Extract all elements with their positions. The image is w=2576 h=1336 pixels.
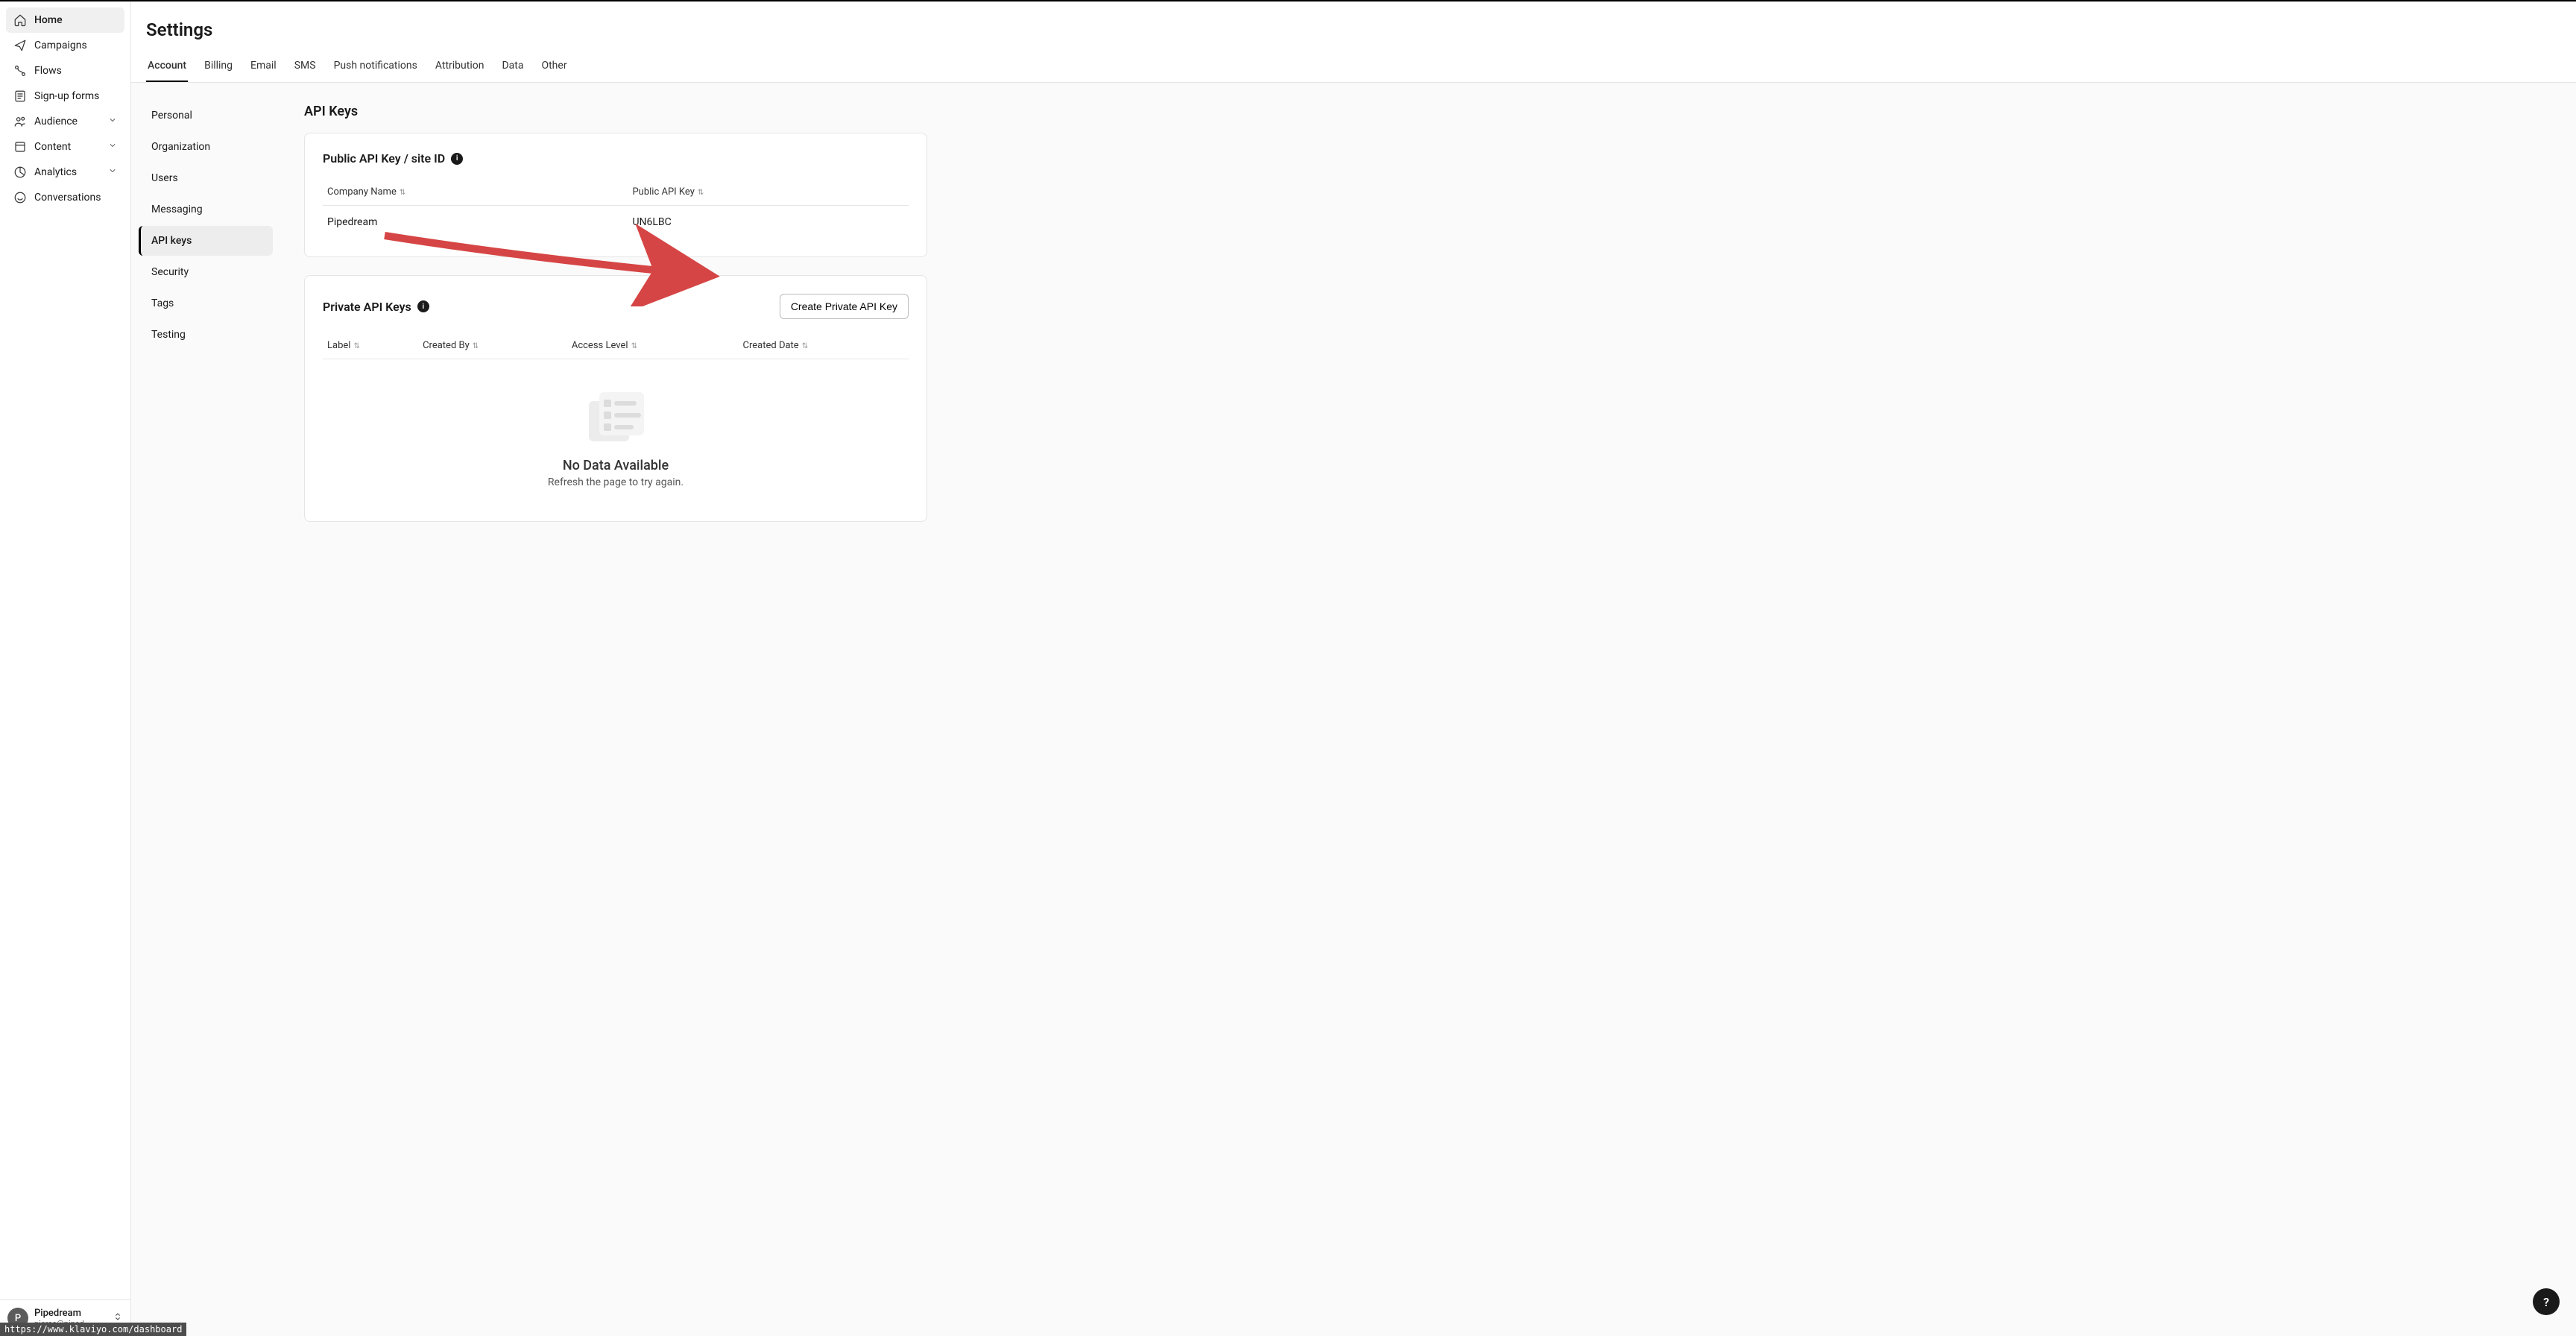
sidebar-item-label: Content — [34, 141, 71, 153]
status-bar-url: https://www.klaviyo.com/dashboard — [0, 1323, 186, 1336]
tab-push[interactable]: Push notifications — [332, 52, 419, 82]
subnav-organization[interactable]: Organization — [139, 132, 273, 162]
section-title: API Keys — [304, 104, 927, 119]
chevron-down-icon — [108, 116, 117, 127]
subnav-personal[interactable]: Personal — [139, 101, 273, 130]
form-icon — [13, 89, 27, 103]
chevron-down-icon — [108, 166, 117, 178]
col-text: Access Level — [572, 340, 628, 351]
sidebar-item-flows[interactable]: Flows — [6, 58, 124, 84]
col-text: Created By — [423, 340, 470, 351]
sidebar-item-label: Conversations — [34, 192, 101, 204]
content: API Keys Public API Key / site ID i Comp… — [280, 83, 951, 1336]
create-private-key-button[interactable]: Create Private API Key — [780, 294, 909, 319]
empty-subtitle: Refresh the page to try again. — [323, 476, 909, 488]
sort-icon: ⇅ — [473, 342, 479, 350]
subnav-messaging[interactable]: Messaging — [139, 195, 273, 224]
col-company-name[interactable]: Company Name⇅ — [323, 179, 628, 206]
public-key-table: Company Name⇅ Public API Key⇅ Pipedream … — [323, 179, 909, 239]
sort-icon: ⇅ — [400, 189, 405, 197]
tab-data[interactable]: Data — [500, 52, 525, 82]
tab-sms[interactable]: SMS — [293, 52, 318, 82]
send-icon — [13, 39, 27, 52]
sidebar-item-campaigns[interactable]: Campaigns — [6, 33, 124, 58]
empty-state: No Data Available Refresh the page to tr… — [323, 359, 909, 503]
flow-icon — [13, 64, 27, 78]
subnav-security[interactable]: Security — [139, 257, 273, 287]
empty-title: No Data Available — [323, 458, 909, 473]
sidebar-item-label: Sign-up forms — [34, 90, 99, 102]
tab-attribution[interactable]: Attribution — [434, 52, 486, 82]
subnav-api-keys[interactable]: API keys — [139, 226, 273, 256]
sidebar-nav: Home Campaigns Flows Sign-up forms Audie… — [0, 1, 130, 1299]
sidebar-item-audience[interactable]: Audience — [6, 109, 124, 134]
col-public-key[interactable]: Public API Key ⇅ — [628, 179, 909, 206]
info-icon[interactable]: i — [417, 300, 429, 312]
home-icon — [13, 13, 27, 27]
chat-icon — [13, 191, 27, 204]
tab-email[interactable]: Email — [249, 52, 278, 82]
subnav-users[interactable]: Users — [139, 163, 273, 193]
page-header: Settings — [131, 1, 2576, 52]
empty-illustration-icon — [584, 389, 647, 446]
sidebar-item-analytics[interactable]: Analytics — [6, 160, 124, 185]
info-icon[interactable]: i — [451, 153, 463, 165]
cell-key: UN6LBC — [628, 206, 909, 239]
content-area: Personal Organization Users Messaging AP… — [131, 83, 2576, 1336]
audience-icon — [13, 115, 27, 128]
sidebar-item-signup-forms[interactable]: Sign-up forms — [6, 84, 124, 109]
subnav-tags[interactable]: Tags — [139, 289, 273, 318]
sort-icon: ⇅ — [802, 342, 808, 350]
tab-account[interactable]: Account — [146, 52, 188, 82]
analytics-icon — [13, 166, 27, 179]
subnav-testing[interactable]: Testing — [139, 320, 273, 350]
private-key-card: Private API Keys i Create Private API Ke… — [304, 275, 927, 522]
tab-other[interactable]: Other — [540, 52, 568, 82]
sidebar-item-label: Audience — [34, 116, 78, 127]
sort-icon: ⇅ — [353, 342, 359, 350]
sort-icon: ⇅ — [631, 342, 637, 350]
cell-company: Pipedream — [323, 206, 628, 239]
content-icon — [13, 140, 27, 154]
sidebar: Home Campaigns Flows Sign-up forms Audie… — [0, 1, 131, 1336]
public-card-title: Public API Key / site ID — [323, 151, 445, 166]
table-row: Pipedream UN6LBC — [323, 206, 909, 239]
chevron-down-icon — [108, 141, 117, 153]
sidebar-item-label: Campaigns — [34, 40, 87, 51]
settings-tabs: Account Billing Email SMS Push notificat… — [131, 52, 2576, 83]
col-text: Created Date — [743, 340, 799, 351]
public-key-card: Public API Key / site ID i Company Name⇅… — [304, 133, 927, 257]
sort-icon: ⇅ — [698, 189, 704, 197]
col-access-level[interactable]: Access Level⇅ — [567, 333, 739, 359]
user-name: Pipedream — [34, 1308, 107, 1319]
col-label: Company Name — [327, 186, 397, 198]
col-created-by[interactable]: Created By⇅ — [418, 333, 567, 359]
col-text: Label — [327, 340, 350, 351]
col-label[interactable]: Label⇅ — [323, 333, 418, 359]
private-key-table: Label⇅ Created By⇅ Access Level⇅ Created… — [323, 333, 909, 359]
col-created-date[interactable]: Created Date⇅ — [739, 333, 909, 359]
sidebar-item-home[interactable]: Home — [6, 7, 124, 33]
help-button[interactable]: ? — [2533, 1288, 2560, 1315]
private-card-title: Private API Keys — [323, 300, 411, 314]
col-label: Public API Key — [632, 186, 694, 198]
sidebar-item-label: Analytics — [34, 166, 77, 178]
sidebar-item-conversations[interactable]: Conversations — [6, 185, 124, 210]
page-title: Settings — [146, 19, 2561, 40]
settings-subnav: Personal Organization Users Messaging AP… — [131, 83, 280, 1336]
main: Settings Account Billing Email SMS Push … — [131, 1, 2576, 1336]
sidebar-item-content[interactable]: Content — [6, 134, 124, 160]
sidebar-item-label: Flows — [34, 65, 62, 77]
tab-billing[interactable]: Billing — [203, 52, 234, 82]
sidebar-item-label: Home — [34, 14, 63, 26]
